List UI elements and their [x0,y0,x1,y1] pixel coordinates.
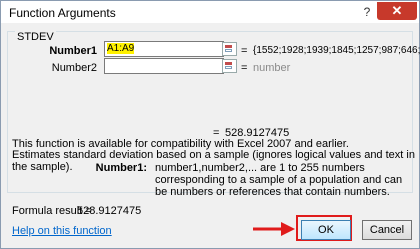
arg-description-name: Number1: [95,162,147,174]
collapse-dialog-icon[interactable] [222,42,237,56]
function-name: STDEV [15,31,56,43]
number2-input[interactable] [104,58,224,74]
arg1-result: {1552;1928;1939;1845;1257;987;646;20 [253,45,420,56]
arg2-result: number [253,62,291,74]
number1-value: A1:A9 [107,43,135,54]
help-icon[interactable]: ? [359,4,375,20]
arg1-label: Number1 [49,45,97,57]
red-arrow-icon [253,222,295,236]
cancel-button[interactable]: Cancel [362,220,412,240]
function-arguments-dialog: Function Arguments ? ✕ STDEV Number1 A1:… [0,0,420,249]
number1-input[interactable]: A1:A9 [104,41,224,57]
titlebar: Function Arguments ? ✕ [1,1,419,23]
formula-result-value: 528.9127475 [77,205,142,217]
window-title: Function Arguments [9,6,116,20]
arg2-equals: = [241,62,248,74]
help-on-function-link[interactable]: Help on this function [12,225,112,237]
arg1-equals: = [241,45,248,57]
ok-button[interactable]: OK [301,220,351,240]
collapse-dialog-icon[interactable] [222,59,237,73]
arg-description-text: number1,number2,... are 1 to 255 numbers… [155,162,403,198]
arg2-label: Number2 [51,62,97,74]
close-button[interactable]: ✕ [377,2,417,20]
